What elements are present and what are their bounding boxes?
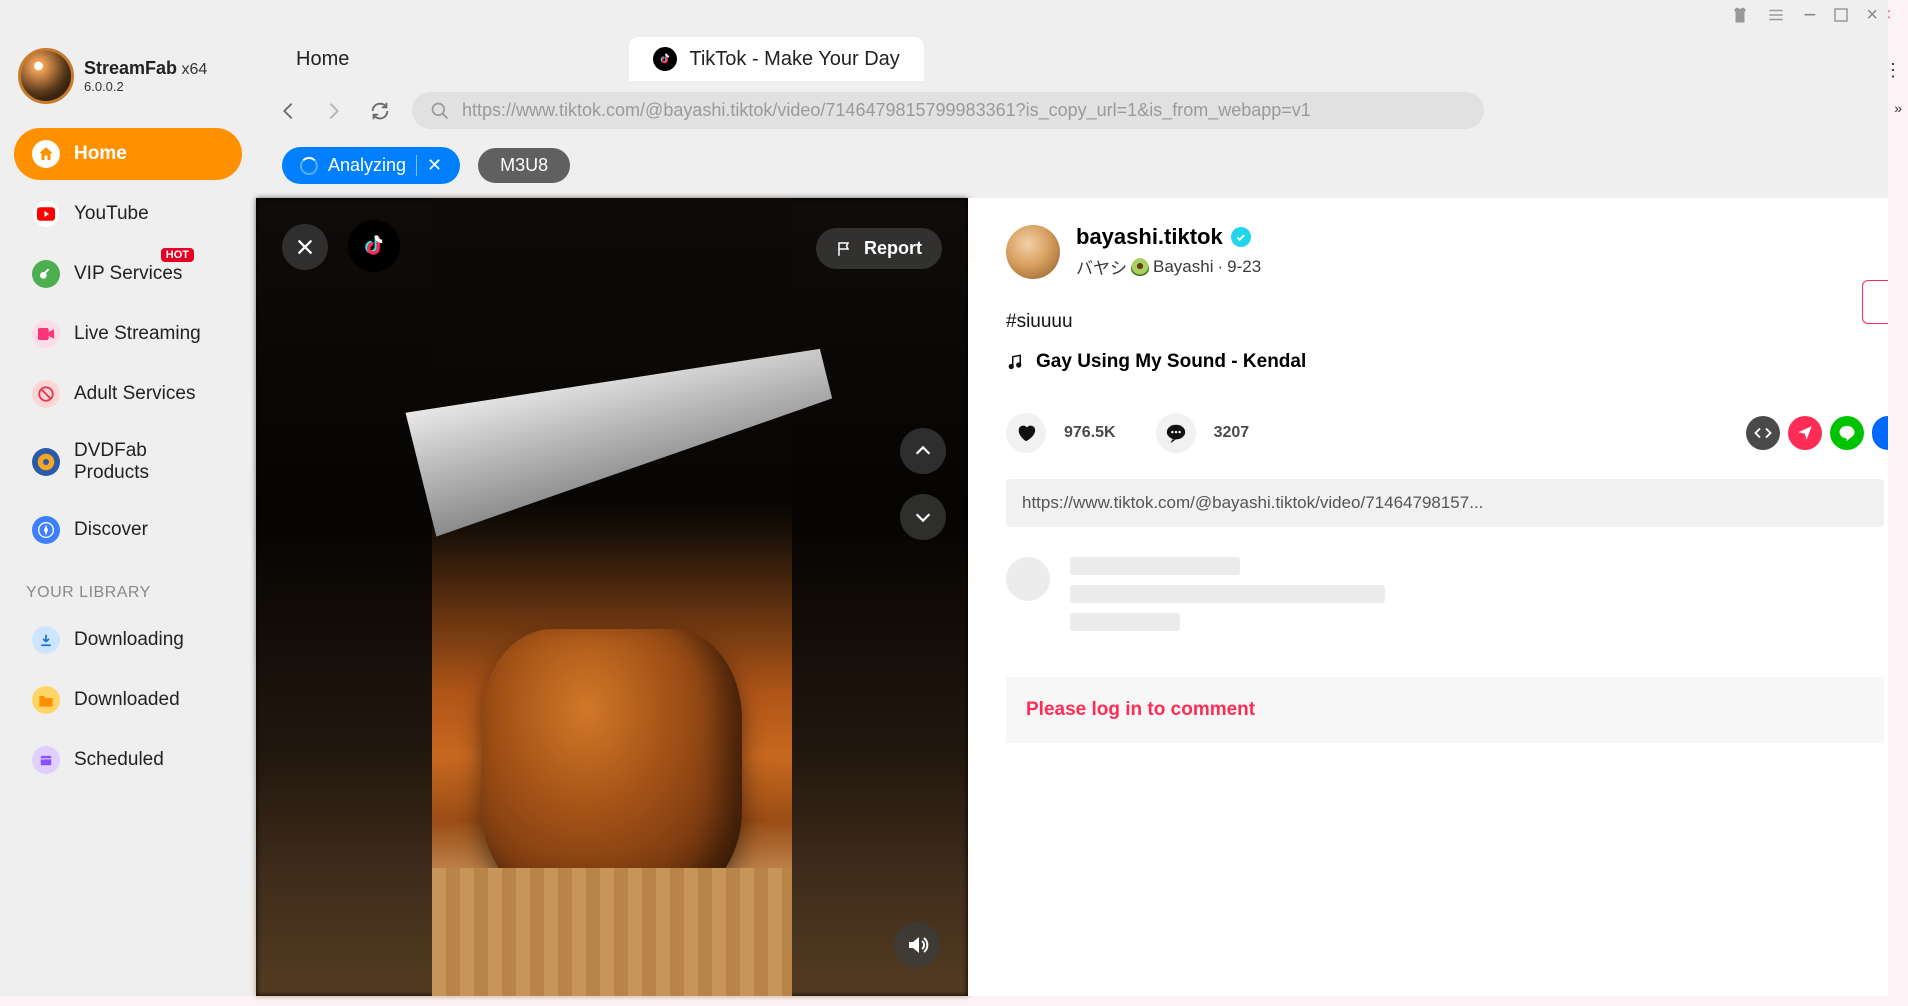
- m3u8-pill[interactable]: M3U8: [478, 148, 570, 183]
- close-video-button[interactable]: [282, 224, 328, 270]
- sidebar-item-adult[interactable]: Adult Services: [14, 368, 242, 420]
- outer-expand-icon[interactable]: »: [1894, 100, 1902, 116]
- sidebar-item-label: VIP Services: [74, 263, 182, 285]
- hot-badge: HOT: [161, 248, 194, 262]
- user-row[interactable]: bayashi.tiktok バヤシ Bayashi · 9-23: [1006, 224, 1888, 279]
- share-line-button[interactable]: [1830, 416, 1864, 450]
- titlebar: − ×: [0, 0, 1888, 30]
- avocado-icon: [1131, 258, 1149, 276]
- tiktok-icon: [653, 47, 677, 71]
- share-url-box[interactable]: https://www.tiktok.com/@bayashi.tiktok/v…: [1006, 479, 1884, 527]
- display-name-pre: バヤシ: [1076, 254, 1127, 279]
- adult-icon: [32, 380, 60, 408]
- comment-button[interactable]: [1156, 413, 1196, 453]
- details-pane: bayashi.tiktok バヤシ Bayashi · 9-23: [968, 198, 1888, 996]
- tab-label: TikTok - Make Your Day: [689, 48, 899, 71]
- analyzing-label: Analyzing: [328, 155, 406, 176]
- prev-video-button[interactable]: [900, 428, 946, 474]
- display-name-post: Bayashi: [1153, 257, 1213, 277]
- like-count: 976.5K: [1064, 424, 1116, 442]
- sidebar-item-label: Downloading: [74, 629, 184, 651]
- comment-skeleton: [1006, 557, 1888, 631]
- address-row: [256, 88, 1888, 143]
- sidebar-item-label: Adult Services: [74, 383, 195, 405]
- sound-title: Gay Using My Sound - Kendal: [1036, 351, 1306, 373]
- share-send-button[interactable]: [1788, 416, 1822, 450]
- avatar[interactable]: [1006, 225, 1060, 279]
- flag-icon: [836, 240, 854, 258]
- close-icon[interactable]: ×: [1866, 4, 1878, 27]
- maximize-icon[interactable]: [1834, 8, 1848, 22]
- post-date: 9-23: [1227, 257, 1261, 277]
- download-icon: [32, 626, 60, 654]
- brand: StreamFab x64 6.0.0.2: [8, 40, 248, 124]
- camera-icon: [32, 320, 60, 348]
- sound-row[interactable]: Gay Using My Sound - Kendal: [1006, 351, 1888, 373]
- sidebar-item-home[interactable]: Home: [14, 128, 242, 180]
- status-row: Analyzing ✕ M3U8: [256, 143, 1888, 198]
- brand-logo: [18, 48, 74, 104]
- address-bar[interactable]: [412, 92, 1484, 129]
- video-pane: Report: [256, 198, 968, 996]
- back-button[interactable]: [274, 97, 302, 125]
- tab-tiktok[interactable]: TikTok - Make Your Day: [629, 37, 923, 81]
- like-button[interactable]: [1006, 413, 1046, 453]
- login-prompt[interactable]: Please log in to comment: [1006, 677, 1884, 743]
- forward-button[interactable]: [320, 97, 348, 125]
- sidebar-item-label: Discover: [74, 519, 148, 541]
- calendar-icon: [32, 746, 60, 774]
- report-label: Report: [864, 238, 922, 259]
- verified-badge-icon: [1231, 227, 1251, 247]
- shirt-icon[interactable]: [1731, 6, 1749, 24]
- menu-icon[interactable]: [1767, 6, 1785, 24]
- refresh-button[interactable]: [366, 97, 394, 125]
- folder-icon: [32, 686, 60, 714]
- home-icon: [32, 140, 60, 168]
- sidebar-item-downloading[interactable]: Downloading: [14, 614, 242, 666]
- tiktok-logo-button[interactable]: [348, 220, 400, 272]
- share-more-button[interactable]: [1872, 416, 1888, 450]
- youtube-icon: [32, 200, 60, 228]
- sidebar-item-youtube[interactable]: YouTube: [14, 188, 242, 240]
- next-video-button[interactable]: [900, 494, 946, 540]
- sidebar-item-downloaded[interactable]: Downloaded: [14, 674, 242, 726]
- sidebar-item-label: Home: [74, 143, 127, 165]
- sidebar-item-label: DVDFab Products: [74, 440, 224, 484]
- sidebar-item-label: Scheduled: [74, 749, 164, 771]
- comment-count: 3207: [1214, 424, 1250, 442]
- sidebar-item-live[interactable]: Live Streaming: [14, 308, 242, 360]
- follow-button[interactable]: [1862, 280, 1888, 324]
- stats-row: 976.5K 3207: [1006, 413, 1888, 453]
- volume-button[interactable]: [894, 922, 940, 968]
- url-input[interactable]: [462, 100, 1466, 121]
- search-icon: [430, 101, 450, 121]
- compass-icon: [32, 516, 60, 544]
- brand-version: 6.0.0.2: [84, 79, 207, 94]
- spinner-icon: [300, 157, 318, 175]
- embed-button[interactable]: [1746, 416, 1780, 450]
- analyzing-pill: Analyzing ✕: [282, 147, 460, 184]
- library-header: YOUR LIBRARY: [8, 560, 248, 610]
- tab-home[interactable]: Home: [276, 34, 369, 85]
- sidebar-item-scheduled[interactable]: Scheduled: [14, 734, 242, 786]
- sidebar-item-discover[interactable]: Discover: [14, 504, 242, 556]
- tabs-row: Home TikTok - Make Your Day: [256, 30, 1888, 88]
- minimize-icon[interactable]: −: [1803, 2, 1816, 28]
- sidebar-item-label: Downloaded: [74, 689, 180, 711]
- caption[interactable]: #siuuuu: [1006, 311, 1888, 333]
- video-content[interactable]: [432, 198, 792, 996]
- cancel-analyze-button[interactable]: ✕: [416, 155, 442, 176]
- report-button[interactable]: Report: [816, 228, 942, 269]
- sidebar-item-label: Live Streaming: [74, 323, 201, 345]
- sidebar-item-label: YouTube: [74, 203, 149, 225]
- dvdfab-icon: [32, 448, 60, 476]
- sidebar-item-dvdfab[interactable]: DVDFab Products: [14, 428, 242, 496]
- key-icon: [32, 260, 60, 288]
- brand-name: StreamFab: [84, 58, 177, 78]
- username[interactable]: bayashi.tiktok: [1076, 224, 1223, 250]
- brand-arch: x64: [182, 61, 208, 78]
- music-note-icon: [1006, 353, 1024, 371]
- sidebar-item-vip[interactable]: VIP Services HOT: [14, 248, 242, 300]
- sidebar: StreamFab x64 6.0.0.2 Home YouTube VIP S…: [0, 30, 256, 996]
